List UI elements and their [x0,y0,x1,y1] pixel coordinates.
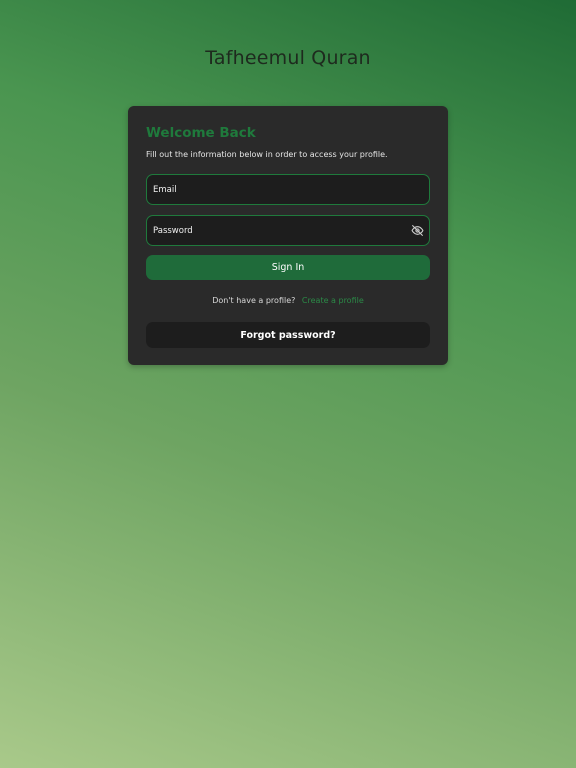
forgot-password-button[interactable]: Forgot password? [146,322,430,348]
register-prompt: Don't have a profile? [212,296,296,305]
email-field-container [146,174,430,205]
login-subtitle: Fill out the information below in order … [146,150,388,159]
password-input[interactable] [147,216,409,245]
eye-off-icon[interactable] [409,223,425,239]
login-card: Welcome Back Fill out the information be… [128,106,448,365]
password-field-container [146,215,430,246]
login-title: Welcome Back [146,125,256,141]
sign-in-button[interactable]: Sign In [146,255,430,280]
app-title: Tafheemul Quran [205,47,371,69]
email-input[interactable] [147,175,429,204]
register-row: Don't have a profile? Create a profile [128,296,448,305]
create-profile-link[interactable]: Create a profile [302,296,364,305]
